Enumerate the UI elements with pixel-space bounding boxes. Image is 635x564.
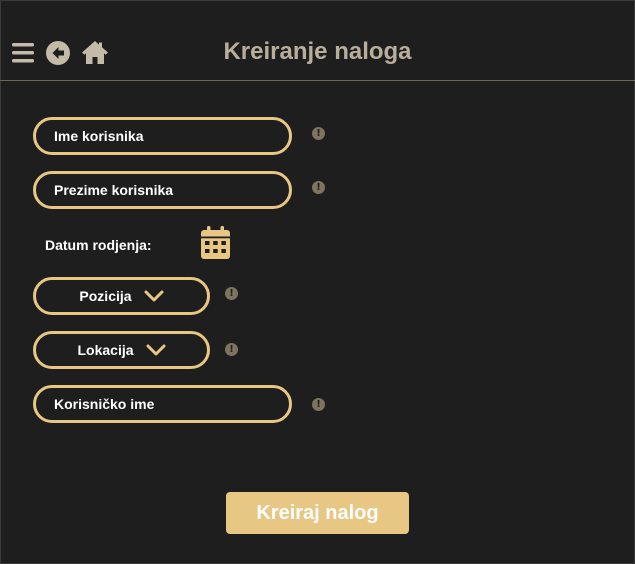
last-name-info-icon[interactable]: ! bbox=[312, 181, 325, 194]
location-select-content: Lokacija bbox=[36, 342, 207, 358]
location-select-label: Lokacija bbox=[77, 342, 134, 358]
position-info-icon[interactable]: ! bbox=[225, 287, 238, 300]
last-name-field[interactable]: Prezime korisnika bbox=[33, 171, 292, 209]
first-name-info-icon[interactable]: ! bbox=[312, 127, 325, 140]
create-account-button[interactable]: Kreiraj nalog bbox=[226, 492, 409, 534]
birth-date-label: Datum rodjenja: bbox=[45, 237, 152, 253]
location-select[interactable]: Lokacija bbox=[33, 331, 210, 369]
last-name-placeholder: Prezime korisnika bbox=[54, 182, 174, 198]
first-name-placeholder: Ime korisnika bbox=[54, 128, 144, 144]
username-placeholder: Korisničko ime bbox=[54, 396, 155, 412]
position-select-label: Pozicija bbox=[79, 288, 132, 304]
location-info-icon[interactable]: ! bbox=[225, 343, 238, 356]
username-field[interactable]: Korisničko ime bbox=[33, 385, 292, 423]
position-select[interactable]: Pozicija bbox=[33, 277, 210, 315]
username-info-icon[interactable]: ! bbox=[312, 398, 325, 411]
calendar-icon[interactable] bbox=[201, 226, 230, 259]
chevron-down-icon bbox=[146, 344, 166, 356]
position-select-content: Pozicija bbox=[36, 288, 207, 304]
first-name-field[interactable]: Ime korisnika bbox=[33, 117, 292, 155]
chevron-down-icon bbox=[144, 290, 164, 302]
page-title: Kreiranje naloga bbox=[223, 38, 412, 65]
header-bar: Kreiranje naloga bbox=[0, 0, 635, 81]
